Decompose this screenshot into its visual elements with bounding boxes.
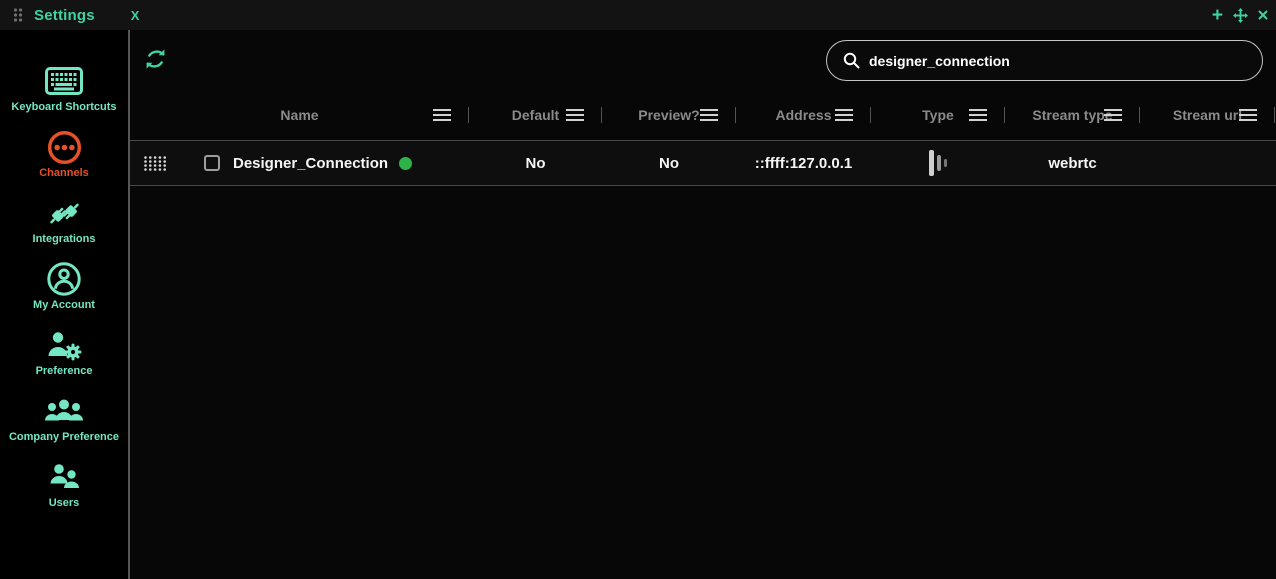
settings-sidebar: Keyboard Shortcuts Channels bbox=[0, 30, 128, 579]
drag-grid-icon[interactable] bbox=[143, 155, 167, 172]
search-input[interactable] bbox=[869, 53, 1246, 69]
column-header-name[interactable]: Name bbox=[130, 90, 469, 140]
cell-preview: No bbox=[602, 155, 736, 172]
sidebar-item-my-account[interactable]: My Account bbox=[0, 262, 128, 311]
two-users-icon bbox=[47, 460, 81, 494]
column-menu-icon[interactable] bbox=[566, 109, 584, 121]
row-checkbox[interactable] bbox=[204, 155, 220, 171]
cell-default: No bbox=[469, 155, 602, 172]
tab-settings[interactable]: Settings X bbox=[0, 0, 139, 30]
sidebar-item-label: Channels bbox=[39, 167, 89, 179]
sidebar-item-channels[interactable]: Channels bbox=[0, 130, 128, 179]
column-menu-icon[interactable] bbox=[700, 109, 718, 121]
move-icon[interactable] bbox=[1233, 8, 1248, 23]
column-menu-icon[interactable] bbox=[835, 109, 853, 121]
sidebar-item-keyboard-shortcuts[interactable]: Keyboard Shortcuts bbox=[0, 64, 128, 113]
channels-panel: Name Default Preview? Address Type Strea… bbox=[130, 30, 1276, 579]
search-icon bbox=[843, 52, 860, 69]
cell-address: ::ffff:127.0.0.1 bbox=[736, 155, 871, 172]
add-icon[interactable]: + bbox=[1212, 6, 1223, 25]
search-bar[interactable] bbox=[826, 40, 1263, 81]
plug-icon bbox=[46, 196, 83, 230]
people-group-icon bbox=[44, 394, 84, 428]
account-icon bbox=[46, 262, 82, 296]
sidebar-item-label: Integrations bbox=[33, 233, 96, 245]
sidebar-item-label: Preference bbox=[36, 365, 93, 377]
drag-handle-icon[interactable] bbox=[12, 7, 24, 23]
row-name: Designer_Connection bbox=[233, 155, 388, 172]
tab-close-button[interactable]: X bbox=[131, 8, 140, 23]
sidebar-item-company-preference[interactable]: Company Preference bbox=[0, 394, 128, 443]
sidebar-item-label: Keyboard Shortcuts bbox=[11, 101, 116, 113]
column-menu-icon[interactable] bbox=[1239, 109, 1257, 121]
tab-title: Settings bbox=[34, 7, 95, 24]
column-header-stream-url[interactable]: Stream url bbox=[1140, 90, 1275, 140]
table-row[interactable]: Designer_Connection No No ::ffff:127.0.0… bbox=[130, 140, 1276, 186]
cell-stream-type: webrtc bbox=[1005, 155, 1140, 172]
keyboard-icon bbox=[45, 64, 83, 98]
table-header: Name Default Preview? Address Type Strea… bbox=[130, 90, 1276, 140]
sidebar-item-label: Company Preference bbox=[9, 431, 119, 443]
sidebar-item-preference[interactable]: Preference bbox=[0, 328, 128, 377]
sidebar-item-users[interactable]: Users bbox=[0, 460, 128, 509]
person-gear-icon bbox=[45, 328, 83, 362]
channels-icon bbox=[46, 130, 83, 164]
stream-bars-icon bbox=[929, 150, 947, 176]
channels-toolbar bbox=[130, 30, 1276, 90]
column-header-type[interactable]: Type bbox=[871, 90, 1005, 140]
window-top-bar: Settings X + bbox=[0, 0, 1276, 30]
window-controls: + bbox=[1212, 0, 1268, 30]
column-header-default[interactable]: Default bbox=[469, 90, 602, 140]
cell-name: Designer_Connection bbox=[130, 155, 469, 172]
column-header-preview[interactable]: Preview? bbox=[602, 90, 736, 140]
close-icon[interactable] bbox=[1258, 10, 1268, 20]
column-header-stream-type[interactable]: Stream type bbox=[1005, 90, 1140, 140]
refresh-icon[interactable] bbox=[144, 47, 167, 76]
sidebar-item-label: My Account bbox=[33, 299, 95, 311]
column-menu-icon[interactable] bbox=[969, 109, 987, 121]
column-header-address[interactable]: Address bbox=[736, 90, 871, 140]
column-menu-icon[interactable] bbox=[1104, 109, 1122, 121]
status-dot bbox=[399, 157, 412, 170]
sidebar-item-label: Users bbox=[49, 497, 80, 509]
cell-type bbox=[871, 150, 1005, 176]
sidebar-item-integrations[interactable]: Integrations bbox=[0, 196, 128, 245]
column-menu-icon[interactable] bbox=[433, 109, 451, 121]
